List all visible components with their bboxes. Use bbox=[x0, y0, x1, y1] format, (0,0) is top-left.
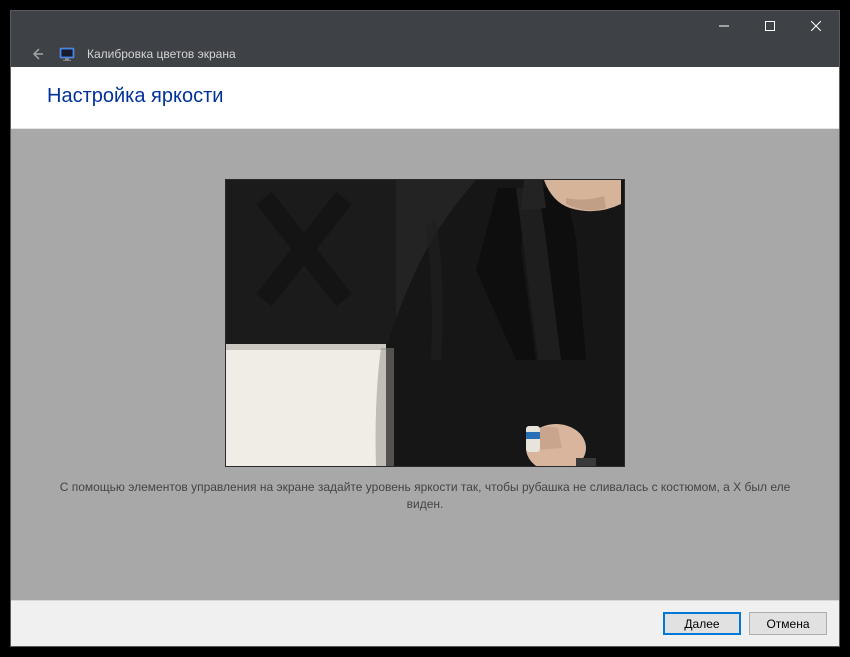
titlebar bbox=[11, 11, 839, 41]
app-icon bbox=[59, 46, 75, 62]
outer-frame: Калибровка цветов экрана Настройка яркос… bbox=[0, 0, 850, 657]
cancel-button[interactable]: Отмена bbox=[749, 612, 827, 635]
button-bar: Далее Отмена bbox=[11, 600, 839, 646]
next-button[interactable]: Далее bbox=[663, 612, 741, 635]
calibration-sample-image bbox=[225, 179, 625, 467]
back-arrow-icon[interactable] bbox=[27, 44, 47, 64]
minimize-button[interactable] bbox=[701, 11, 747, 41]
header-section: Настройка яркости bbox=[11, 67, 839, 129]
breadcrumb-title: Калибровка цветов экрана bbox=[87, 47, 236, 61]
breadcrumb-bar: Калибровка цветов экрана bbox=[11, 41, 839, 67]
page-title: Настройка яркости bbox=[47, 85, 803, 108]
maximize-button[interactable] bbox=[747, 11, 793, 41]
instruction-text: С помощью элементов управления на экране… bbox=[30, 467, 820, 513]
content-area: С помощью элементов управления на экране… bbox=[11, 129, 839, 600]
wizard-window: Калибровка цветов экрана Настройка яркос… bbox=[10, 10, 840, 647]
close-button[interactable] bbox=[793, 11, 839, 41]
